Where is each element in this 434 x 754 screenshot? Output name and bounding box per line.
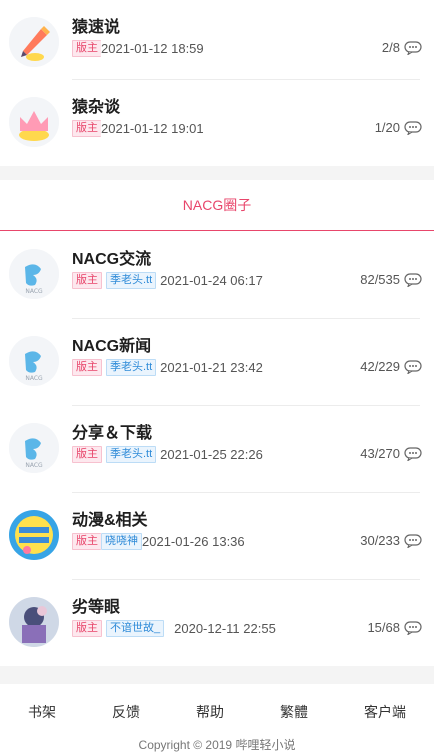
- copyright: Copyright © 2019 哔哩轻小说: [138, 738, 296, 752]
- forum-item[interactable]: 动漫&相关 版主 哓哓神 2021-01-26 13:36 30/233: [0, 493, 434, 579]
- footer-link-client[interactable]: 客户端: [364, 702, 406, 722]
- forum-count-text: 43/270: [360, 446, 400, 461]
- forum-counts: 43/270: [360, 446, 422, 461]
- user-badge[interactable]: 哓哓神: [101, 533, 142, 550]
- forum-meta: 版主 季老头.tt 2021-01-21 23:42: [72, 359, 263, 376]
- section-title: NACG圈子: [182, 197, 252, 213]
- forum-item[interactable]: NACG 分享＆下载 版主 季老头.tt 2021-01-25 22:26 43…: [0, 406, 434, 492]
- section-gap: [0, 166, 434, 180]
- svg-text:NACG: NACG: [25, 462, 43, 469]
- forum-time: 2021-01-12 19:01: [101, 121, 204, 136]
- admin-badge: 版主: [72, 533, 101, 550]
- forum-time: 2021-01-26 13:36: [142, 534, 245, 549]
- forum-count-text: 82/535: [360, 272, 400, 287]
- anime-avatar-icon: [9, 597, 59, 647]
- forum-meta: 版主 哓哓神 2021-01-26 13:36: [72, 533, 245, 550]
- user-badge[interactable]: 季老头.tt: [106, 359, 157, 376]
- forum-counts: 15/68: [367, 620, 422, 635]
- crown-icon: [9, 97, 59, 147]
- admin-badge: 版主: [72, 359, 102, 376]
- forum-time: 2021-01-21 23:42: [160, 360, 263, 375]
- forum-count-text: 15/68: [367, 620, 400, 635]
- comment-bubble-icon: [404, 40, 422, 55]
- comment-bubble-icon: [404, 533, 422, 548]
- forum-title[interactable]: 猿速说: [72, 13, 120, 37]
- footer-link-traditional[interactable]: 繁體: [280, 702, 308, 722]
- forum-title[interactable]: NACG新闻: [72, 332, 151, 356]
- forum-item[interactable]: NACG NACG交流 版主 季老头.tt 2021-01-24 06:17 8…: [0, 232, 434, 318]
- forum-meta: 版主 2021-01-12 18:59: [72, 40, 204, 57]
- section-gap: [0, 666, 434, 684]
- nacg-logo-icon: NACG: [9, 249, 59, 299]
- admin-badge: 版主: [72, 40, 101, 57]
- comment-bubble-icon: [404, 446, 422, 461]
- svg-text:NACG: NACG: [25, 375, 43, 382]
- forum-time: 2021-01-25 22:26: [160, 447, 263, 462]
- forum-meta: 版主 2021-01-12 19:01: [72, 120, 204, 137]
- user-badge[interactable]: 不谙世故_: [106, 620, 165, 637]
- forum-count-text: 1/20: [374, 120, 400, 135]
- forum-count-text: 2/8: [381, 40, 400, 55]
- admin-badge: 版主: [72, 446, 102, 463]
- forum-meta: 版主 季老头.tt 2021-01-25 22:26: [72, 446, 263, 463]
- nacg-logo-icon: NACG: [9, 423, 59, 473]
- footer-nav: 书架 反馈 帮助 繁體 客户端: [0, 698, 434, 726]
- section-header: NACG圈子: [0, 180, 434, 231]
- user-badge[interactable]: 季老头.tt: [106, 446, 157, 463]
- footer-link-bookshelf[interactable]: 书架: [28, 702, 56, 722]
- forum-title[interactable]: 劣等眼: [72, 593, 120, 617]
- forum-title[interactable]: NACG交流: [72, 245, 151, 269]
- svg-text:NACG: NACG: [25, 288, 43, 295]
- forum-counts: 1/20: [375, 120, 422, 135]
- forum-count-text: 30/233: [360, 533, 400, 548]
- forum-counts: 30/233: [360, 533, 422, 548]
- forum-time: 2021-01-24 06:17: [160, 273, 263, 288]
- admin-badge: 版主: [72, 620, 102, 637]
- forum-meta: 版主 季老头.tt 2021-01-24 06:17: [72, 272, 263, 289]
- forum-time: 2021-01-12 18:59: [101, 41, 204, 56]
- forum-meta: 版主 不谙世故_ 2020-12-11 22:55: [72, 620, 276, 637]
- forum-counts: 42/229: [360, 359, 422, 374]
- forum-title[interactable]: 猿杂谈: [72, 93, 120, 117]
- anime-avatar-icon: [9, 510, 59, 560]
- forum-count-text: 42/229: [360, 359, 400, 374]
- forum-title[interactable]: 动漫&相关: [72, 506, 148, 530]
- comment-bubble-icon: [404, 120, 422, 135]
- admin-badge: 版主: [72, 120, 101, 137]
- forum-item[interactable]: 猿杂谈 版主 2021-01-12 19:01 1/20: [0, 80, 434, 166]
- forum-item[interactable]: NACG NACG新闻 版主 季老头.tt 2021-01-21 23:42 4…: [0, 319, 434, 405]
- comment-bubble-icon: [404, 272, 422, 287]
- user-badge[interactable]: 季老头.tt: [106, 272, 157, 289]
- forum-item[interactable]: 猿速说 版主 2021-01-12 18:59 2/8: [0, 0, 434, 86]
- footer-link-feedback[interactable]: 反馈: [112, 702, 140, 722]
- comment-bubble-icon: [404, 620, 422, 635]
- forum-counts: 2/8: [382, 40, 422, 55]
- nacg-logo-icon: NACG: [9, 336, 59, 386]
- comment-bubble-icon: [404, 359, 422, 374]
- forum-item[interactable]: 劣等眼 版主 不谙世故_ 2020-12-11 22:55 15/68: [0, 580, 434, 666]
- admin-badge: 版主: [72, 272, 102, 289]
- forum-title[interactable]: 分享＆下载: [72, 419, 152, 443]
- pencil-icon: [9, 17, 59, 67]
- footer-link-help[interactable]: 帮助: [196, 702, 224, 722]
- forum-counts: 82/535: [360, 272, 422, 287]
- forum-time: 2020-12-11 22:55: [174, 621, 276, 636]
